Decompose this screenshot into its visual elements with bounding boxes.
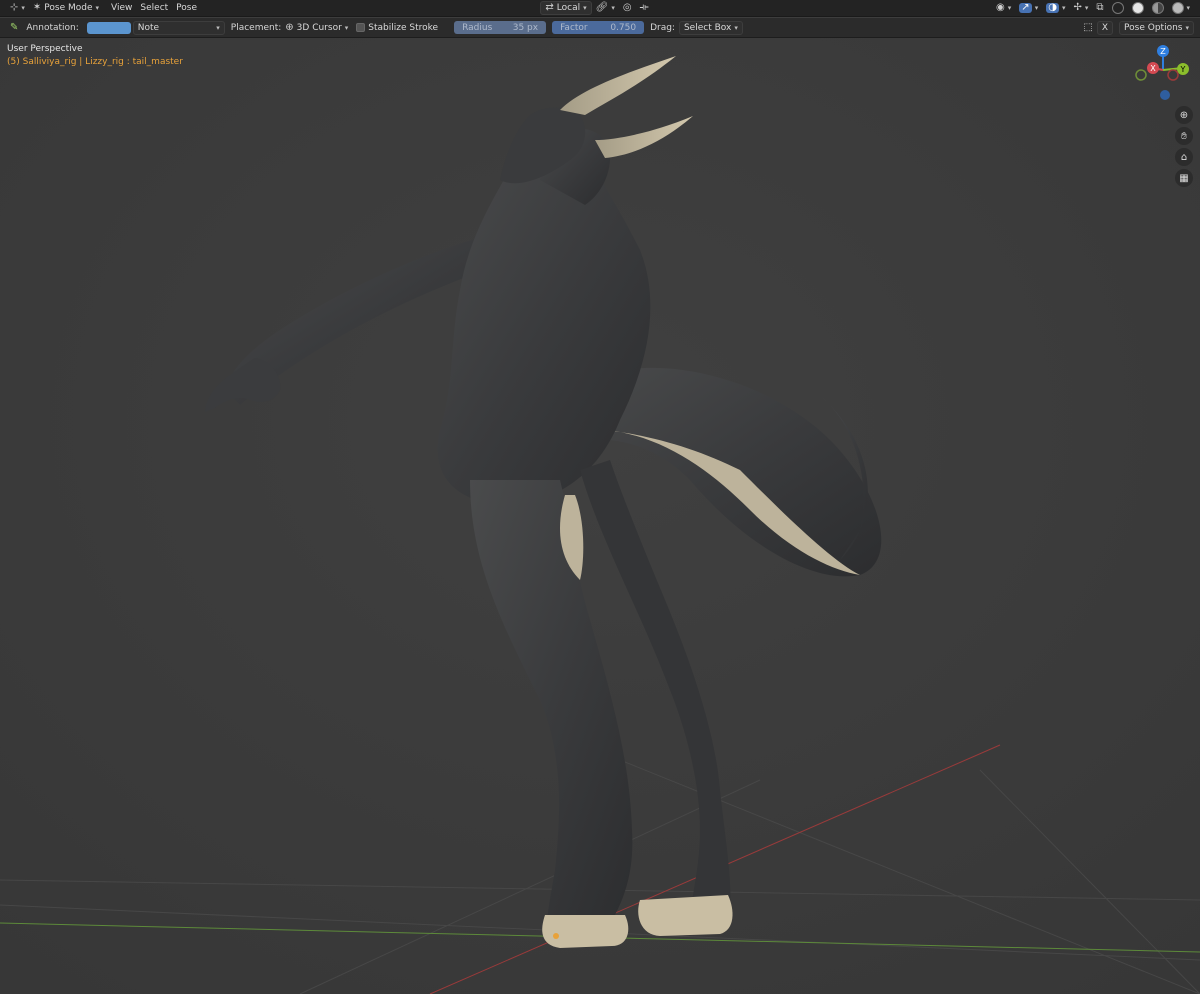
factor-value: 0.750 (610, 22, 637, 33)
shading-wireframe[interactable] (1108, 1, 1128, 15)
xray-icon: ⧉ (1096, 2, 1104, 13)
note-select[interactable]: Note ▾ (132, 20, 225, 35)
chevron-down-icon: ▾ (344, 23, 349, 32)
visibility-icon: ◉ (996, 2, 1005, 13)
transform-affect-button[interactable]: ⬚ (1079, 21, 1096, 35)
view-perspective-label: User Perspective (7, 44, 83, 54)
camera-view-button[interactable]: ⌂ (1175, 148, 1193, 166)
mode-label: Pose Mode (44, 3, 93, 13)
shading-rendered-icon (1171, 2, 1184, 14)
bone-visibility-button[interactable]: ✢ ▾ (1069, 1, 1092, 15)
menu-select[interactable]: Select (136, 1, 172, 15)
chevron-down-icon: ▾ (611, 4, 615, 12)
drag-label: Drag: (650, 22, 675, 33)
mirror-button[interactable]: ⟛ (636, 1, 653, 15)
snap-link-icon: 🔗︎ (595, 2, 609, 13)
annotation-label: Annotation: (26, 22, 79, 33)
active-object-label: (5) Salliviya_rig | Lizzy_rig : tail_mas… (7, 57, 183, 67)
shading-material[interactable] (1148, 1, 1168, 15)
cursor-3d-icon: ⊕ (285, 21, 294, 33)
transform-affect-icon: ⬚ (1083, 21, 1093, 33)
annotate-tool-button[interactable]: ✎ (6, 21, 22, 35)
shading-solid-icon (1131, 2, 1144, 14)
gizmo-icon: ↗ (1019, 2, 1032, 13)
bone-icon: ✢ (1073, 2, 1082, 13)
x-mirror-toggle[interactable]: X (1096, 20, 1114, 35)
tool-settings-bar: ✎ Annotation: Note ▾ Placement: ⊕ 3D Cur… (0, 18, 1200, 38)
chevron-down-icon: ▾ (1007, 4, 1012, 12)
viewport-scene[interactable]: Z X Y (0, 0, 1200, 994)
overlay-toggle[interactable]: ◑ ▾ (1042, 1, 1069, 15)
placement-value: 3D Cursor (296, 22, 342, 33)
stabilize-stroke-toggle[interactable]: Stabilize Stroke (352, 21, 442, 35)
viewport-info: User Perspective (5) Salliviya_rig | Liz… (7, 43, 183, 69)
pose-mode-icon: ✶ (32, 2, 42, 13)
radius-value: 35 px (512, 22, 539, 33)
chevron-down-icon: ▾ (1034, 4, 1039, 12)
chevron-down-icon: ▾ (216, 23, 220, 32)
camera-icon: ⌂ (1180, 151, 1188, 163)
shading-solid[interactable] (1128, 1, 1148, 15)
gizmo-y-label: Y (1180, 65, 1186, 74)
gizmo-z-label: Z (1160, 47, 1166, 56)
stabilize-checkbox[interactable] (356, 23, 366, 32)
chevron-down-icon: ▾ (21, 4, 25, 12)
placement-select[interactable]: ⊕ 3D Cursor ▾ (281, 21, 352, 35)
overlay-icon: ◑ (1046, 2, 1059, 13)
gizmo-x-label: X (1150, 64, 1156, 73)
mirror-icon: ⟛ (639, 2, 649, 13)
menu-view[interactable]: View (107, 1, 136, 15)
drag-value: Select Box (683, 22, 732, 33)
orientation-label: Local (556, 3, 581, 13)
drag-select[interactable]: Select Box ▾ (678, 20, 743, 35)
proportional-icon: ◎ (622, 2, 632, 13)
shading-rendered[interactable]: ▾ (1168, 1, 1195, 15)
menu-pose[interactable]: Pose (172, 1, 201, 15)
zoom-button[interactable]: ⊕ (1175, 106, 1193, 124)
chevron-down-icon: ▾ (95, 4, 100, 12)
chevron-down-icon: ▾ (1061, 4, 1066, 12)
radius-field[interactable]: Radius 35 px (454, 21, 547, 34)
note-label: Note (137, 22, 160, 33)
placement-label: Placement: (230, 22, 282, 33)
annotation-color-swatch[interactable] (86, 21, 131, 34)
visibility-button[interactable]: ◉ ▾ (992, 1, 1015, 15)
editor-type-button[interactable]: ⊹ ▾ (6, 1, 29, 15)
radius-label: Radius (462, 22, 493, 33)
navigation-tools: ⊕ ✋︎ ⌂ ▦ (1175, 106, 1193, 187)
snap-button[interactable]: 🔗︎ ▾ (592, 1, 619, 15)
chevron-down-icon: ▾ (1185, 23, 1189, 32)
pan-hand-icon: ✋︎ (1181, 130, 1187, 142)
gizmo-neg-z[interactable] (1160, 90, 1170, 100)
transform-pivot-icon: ⇄ (545, 2, 554, 13)
origin-point (553, 933, 559, 939)
proportional-button[interactable]: ◎ (619, 1, 636, 15)
chevron-down-icon: ▾ (1084, 4, 1089, 12)
pan-button[interactable]: ✋︎ (1175, 127, 1193, 145)
zoom-icon: ⊕ (1179, 109, 1189, 121)
factor-field[interactable]: Factor 0.750 (552, 21, 645, 34)
chevron-down-icon: ▾ (734, 23, 738, 32)
shading-wireframe-icon (1111, 2, 1124, 14)
mode-select[interactable]: ✶ Pose Mode ▾ (29, 1, 103, 15)
orientation-select[interactable]: ⇄ Local ▾ (540, 1, 592, 15)
factor-label: Factor (560, 22, 588, 33)
xray-toggle[interactable]: ⧉ (1092, 1, 1107, 15)
gizmo-toggle[interactable]: ↗ ▾ (1015, 1, 1042, 15)
chevron-down-icon: ▾ (1186, 4, 1191, 12)
shading-material-icon (1151, 2, 1164, 14)
chevron-down-icon: ▾ (583, 4, 587, 12)
annotate-pencil-icon: ✎ (10, 21, 19, 33)
grid-icon: ▦ (1179, 172, 1189, 184)
pose-options-button[interactable]: Pose Options ▾ (1119, 20, 1194, 35)
pose-options-label: Pose Options (1124, 22, 1183, 33)
stabilize-label: Stabilize Stroke (368, 22, 439, 33)
editor-type-icon: ⊹ (10, 2, 19, 13)
perspective-toggle-button[interactable]: ▦ (1175, 169, 1193, 187)
viewport-header: ⊹ ▾ ✶ Pose Mode ▾ View Select Pose ⇄ Loca… (0, 0, 1200, 17)
